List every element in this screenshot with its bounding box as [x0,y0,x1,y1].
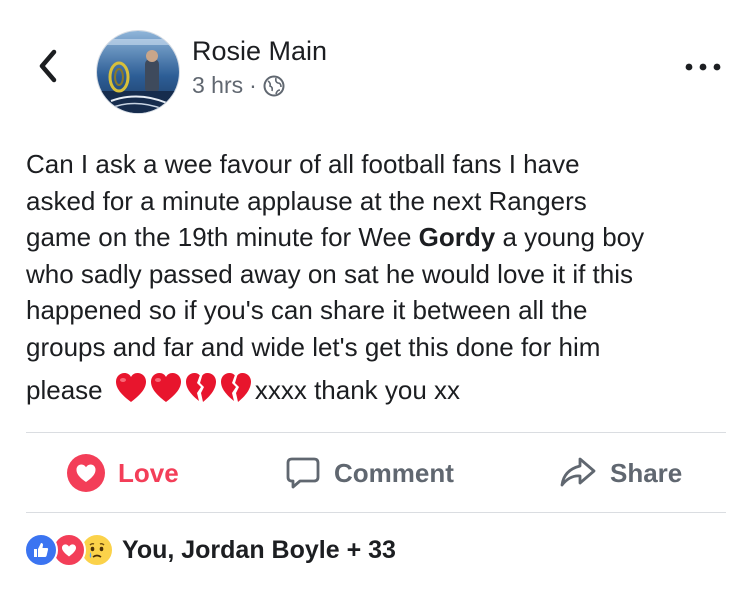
post-line: please xxxx thank you xx [26,371,726,409]
love-button[interactable]: Love [66,448,179,498]
avatar-image [97,31,179,113]
post-text: Can I ask a wee favour of all football f… [26,146,726,409]
meta-separator: · [249,72,257,98]
broken-heart-icon [185,373,216,402]
bold-name: Gordy [418,222,496,252]
post-line: asked for a minute applause at the next … [26,185,587,216]
post-line: happened so if you's can share it betwee… [26,295,588,325]
red-heart-icon [150,373,181,402]
post-line-text: xxxx thank you xx [254,375,461,405]
love-icon [67,454,105,492]
post-meta: 3 hrs · [192,72,285,99]
post-time[interactable]: 3 hrs [192,72,243,99]
reactions-text: You, Jordan Boyle + 33 [122,535,396,564]
divider-top [26,432,726,433]
post-line: Can I ask a wee favour of all football f… [26,149,580,179]
author-name[interactable]: Rosie Main [192,36,327,67]
divider-bottom [26,512,726,513]
share-button[interactable]: Share [558,448,682,498]
comment-label: Comment [334,457,454,488]
emoji-group [114,371,253,405]
globe-icon [263,75,285,96]
post-line-text: please [26,375,110,405]
broken-heart-icon [220,373,251,402]
share-label: Share [610,457,683,488]
reactions-summary[interactable]: You, Jordan Boyle + 33 [24,533,396,567]
back-chevron-icon[interactable] [30,46,66,86]
comment-icon [286,457,320,489]
post-line: who sadly passed away on sat he would lo… [26,258,634,289]
comment-button[interactable]: Comment [284,448,454,498]
red-heart-icon [115,373,146,402]
more-dots-icon[interactable] [682,58,724,76]
like-icon [24,533,58,567]
post-line: groups and far and wide let's get this d… [26,331,601,362]
share-icon [560,457,596,487]
post-line: game on the 19th minute for Wee Gordy a … [26,219,726,256]
avatar[interactable] [96,30,180,114]
post-line-text: game on the 19th minute for Wee [26,222,419,252]
love-label: Love [118,457,179,488]
post-line-text: a young boy [495,222,645,252]
